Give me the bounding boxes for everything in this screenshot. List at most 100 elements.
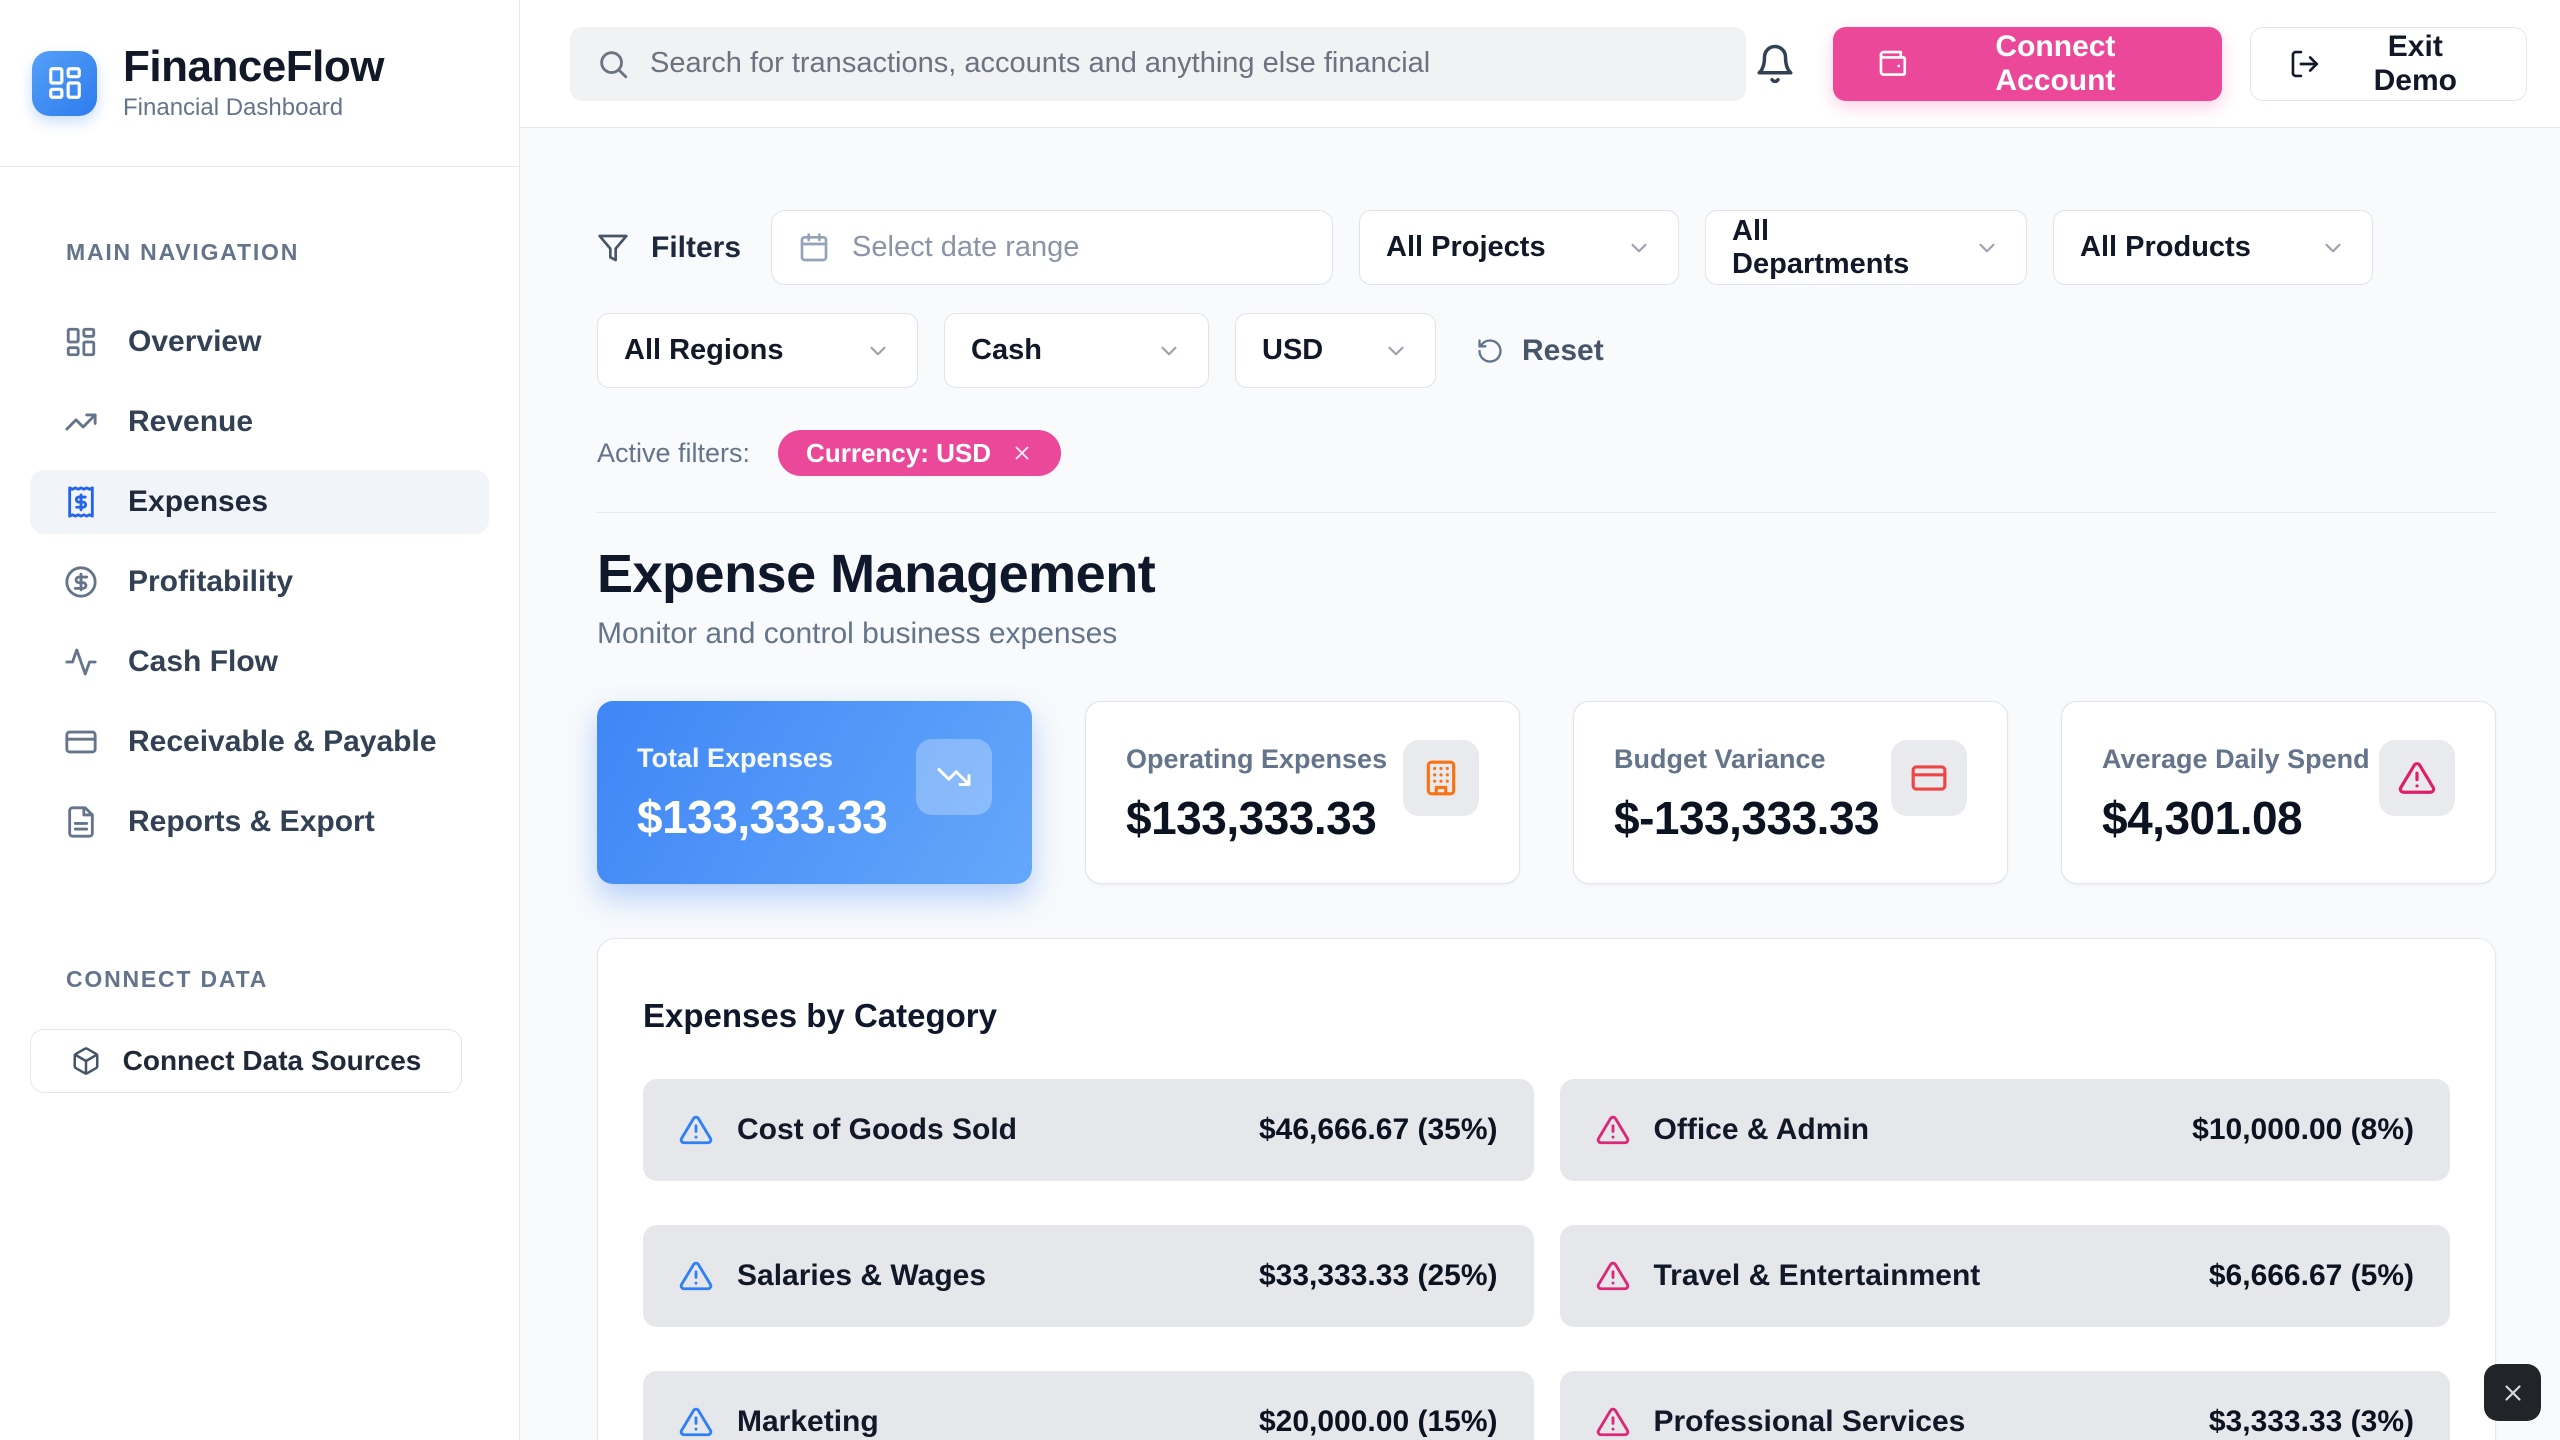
calendar-icon: [798, 232, 830, 264]
layout-dashboard-icon: [46, 64, 84, 102]
activity-icon: [64, 645, 98, 679]
category-label: Marketing: [737, 1405, 879, 1439]
stats-grid: Total Expenses $133,333.33 Operating Exp…: [597, 701, 2496, 884]
sidebar-item-label: Revenue: [128, 405, 253, 439]
category-row-salaries-wages[interactable]: Salaries & Wages $33,333.33 (25%): [643, 1225, 1534, 1327]
trending-up-icon: [64, 405, 98, 439]
filters-separator: [597, 512, 2496, 513]
chevron-down-icon: [1156, 338, 1182, 364]
category-label: Professional Services: [1654, 1405, 1966, 1439]
category-row-cost-of-goods-sold[interactable]: Cost of Goods Sold $46,666.67 (35%): [643, 1079, 1534, 1181]
date-range-field[interactable]: Select date range: [771, 210, 1333, 285]
page-title: Expense Management: [597, 543, 2496, 605]
app-title-group: FinanceFlow Financial Dashboard: [123, 44, 384, 122]
funnel-icon: [597, 232, 629, 264]
chevron-down-icon: [1383, 338, 1409, 364]
projects-select[interactable]: All Projects: [1359, 210, 1679, 285]
category-row-professional-services[interactable]: Professional Services $3,333.33 (3%): [1560, 1371, 2451, 1440]
stat-icon-chip: [1403, 740, 1479, 816]
category-label: Office & Admin: [1654, 1113, 1870, 1147]
products-select-value: All Products: [2080, 231, 2251, 264]
payment-method-select-value: Cash: [971, 334, 1042, 367]
close-icon[interactable]: [1011, 442, 1033, 464]
credit-card-icon: [1910, 759, 1948, 797]
building-icon: [1422, 759, 1460, 797]
chevron-down-icon: [1974, 235, 2000, 261]
chevron-down-icon: [2320, 235, 2346, 261]
category-label: Salaries & Wages: [737, 1259, 986, 1293]
date-range-placeholder: Select date range: [852, 231, 1079, 264]
reset-label: Reset: [1522, 334, 1604, 368]
connect-data-sources-button[interactable]: Connect Data Sources: [30, 1029, 462, 1093]
sidebar-item-overview[interactable]: Overview: [30, 310, 489, 374]
category-row-marketing[interactable]: Marketing $20,000.00 (15%): [643, 1371, 1534, 1440]
reset-filters-button[interactable]: Reset: [1476, 334, 1604, 368]
sidebar: FinanceFlow Financial Dashboard MAIN NAV…: [0, 0, 520, 1440]
products-select[interactable]: All Products: [2053, 210, 2373, 285]
connect-data-sources-label: Connect Data Sources: [123, 1045, 422, 1077]
close-icon: [2500, 1380, 2526, 1406]
sidebar-item-label: Profitability: [128, 565, 293, 599]
category-value: $33,333.33 (25%): [1259, 1259, 1498, 1293]
stat-card-operating-expenses[interactable]: Operating Expenses $133,333.33: [1085, 701, 1520, 884]
app-name: FinanceFlow: [123, 44, 384, 90]
trending-down-icon: [936, 759, 972, 795]
alert-triangle-icon: [679, 1405, 713, 1439]
stat-card-total-expenses[interactable]: Total Expenses $133,333.33: [597, 701, 1032, 884]
log-out-icon: [2289, 48, 2321, 80]
sidebar-item-profitability[interactable]: Profitability: [30, 550, 489, 614]
chevron-down-icon: [865, 338, 891, 364]
sidebar-item-revenue[interactable]: Revenue: [30, 390, 489, 454]
filters-title: Filters: [597, 231, 741, 265]
sidebar-item-label: Overview: [128, 325, 261, 359]
credit-card-icon: [64, 725, 98, 759]
active-filters: Active filters: Currency: USD: [597, 430, 2496, 476]
exit-demo-label: Exit Demo: [2343, 30, 2488, 98]
expenses-by-category-title: Expenses by Category: [643, 997, 2450, 1035]
currency-select[interactable]: USD: [1235, 313, 1436, 388]
payment-method-select[interactable]: Cash: [944, 313, 1209, 388]
main-navigation: Overview Revenue Expenses Profitability …: [0, 310, 519, 854]
sidebar-item-expenses[interactable]: Expenses: [30, 470, 489, 534]
category-value: $46,666.67 (35%): [1259, 1113, 1498, 1147]
currency-filter-chip[interactable]: Currency: USD: [778, 430, 1061, 476]
departments-select-value: All Departments: [1732, 215, 1954, 281]
stat-card-budget-variance[interactable]: Budget Variance $-133,333.33: [1573, 701, 2008, 884]
category-row-travel-entertainment[interactable]: Travel & Entertainment $6,666.67 (5%): [1560, 1225, 2451, 1327]
topbar: Connect Account Exit Demo: [520, 0, 2560, 128]
sidebar-item-label: Receivable & Payable: [128, 725, 437, 759]
package-icon: [71, 1046, 101, 1076]
filters-label: Filters: [651, 231, 741, 265]
regions-select[interactable]: All Regions: [597, 313, 918, 388]
bell-icon: [1754, 43, 1796, 85]
projects-select-value: All Projects: [1386, 231, 1546, 264]
sidebar-item-cash-flow[interactable]: Cash Flow: [30, 630, 489, 694]
sidebar-item-reports-export[interactable]: Reports & Export: [30, 790, 489, 854]
rotate-ccw-icon: [1476, 337, 1504, 365]
category-label: Cost of Goods Sold: [737, 1113, 1017, 1147]
circle-dollar-sign-icon: [64, 565, 98, 599]
main-area: Connect Account Exit Demo Filters Select…: [520, 0, 2560, 1440]
global-search: [570, 27, 1746, 101]
connect-section-label: CONNECT DATA: [0, 966, 519, 993]
alert-triangle-icon: [2398, 759, 2436, 797]
stat-card-average-daily-spend[interactable]: Average Daily Spend $4,301.08: [2061, 701, 2496, 884]
close-overlay-button[interactable]: [2484, 1364, 2541, 1421]
receipt-icon: [64, 485, 98, 519]
category-row-office-admin[interactable]: Office & Admin $10,000.00 (8%): [1560, 1079, 2451, 1181]
search-input[interactable]: [650, 47, 1720, 80]
notifications-button[interactable]: [1746, 34, 1806, 94]
departments-select[interactable]: All Departments: [1705, 210, 2027, 285]
page-subtitle: Monitor and control business expenses: [597, 617, 2496, 651]
connect-account-button[interactable]: Connect Account: [1833, 27, 2222, 101]
exit-demo-button[interactable]: Exit Demo: [2250, 27, 2527, 101]
chevron-down-icon: [1626, 235, 1652, 261]
app-logo: [32, 51, 97, 116]
currency-select-value: USD: [1262, 334, 1323, 367]
file-text-icon: [64, 805, 98, 839]
content-area: Filters Select date range All Projects A…: [520, 128, 2560, 1440]
app-subtitle: Financial Dashboard: [123, 94, 384, 122]
category-value: $6,666.67 (5%): [2209, 1259, 2414, 1293]
category-value: $10,000.00 (8%): [2192, 1113, 2414, 1147]
sidebar-item-receivable-payable[interactable]: Receivable & Payable: [30, 710, 489, 774]
